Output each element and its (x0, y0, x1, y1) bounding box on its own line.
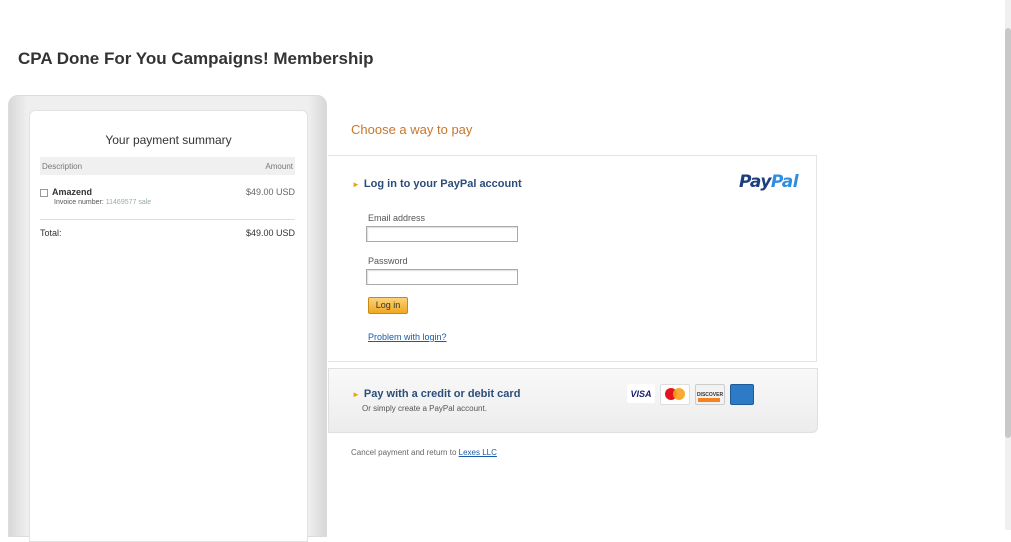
payment-summary: Your payment summary Description Amount … (29, 110, 308, 542)
invoice-number: Invoice number: 11469577 sale (54, 199, 152, 206)
page-title: CPA Done For You Campaigns! Membership (18, 49, 374, 68)
total-label: Total: (40, 228, 62, 238)
column-description: Description (42, 162, 83, 171)
scrollbar[interactable] (1005, 0, 1011, 530)
visa-logo: VISA (627, 384, 655, 403)
card-section-title[interactable]: ► Pay with a credit or debit card (352, 388, 520, 400)
login-section-title[interactable]: ► Log in to your PayPal account (352, 178, 522, 190)
card-section-subtitle: Or simply create a PayPal account. (362, 404, 487, 413)
scrollbar-thumb[interactable] (1005, 28, 1011, 438)
expand-arrow-icon: ► (352, 390, 360, 399)
login-button[interactable]: Log in (368, 297, 408, 314)
expand-arrow-icon: ► (352, 180, 360, 189)
password-field[interactable] (366, 269, 518, 285)
choose-payment-heading: Choose a way to pay (351, 122, 473, 137)
cancel-payment-text: Cancel payment and return to Lexes LLC (351, 448, 497, 457)
discover-logo: DISCOVER (695, 384, 725, 405)
column-amount: Amount (265, 162, 293, 171)
email-field[interactable] (366, 226, 518, 242)
summary-divider (40, 219, 295, 220)
paypal-logo: PayPal (739, 172, 799, 192)
email-label: Email address (368, 213, 426, 223)
problem-with-login-link[interactable]: Problem with login? (368, 332, 447, 342)
expand-toggle-icon[interactable] (40, 188, 48, 197)
summary-title: Your payment summary (105, 133, 232, 147)
summary-table-header: Description Amount (40, 157, 295, 175)
password-label: Password (368, 256, 408, 266)
card-logos: VISA DISCOVER (627, 384, 754, 405)
return-to-merchant-link[interactable]: Lexes LLC (459, 448, 497, 457)
amex-logo (730, 384, 754, 405)
item-amount: $49.00 USD (245, 187, 295, 197)
mastercard-logo (660, 384, 690, 405)
total-amount: $49.00 USD (245, 228, 295, 238)
item-name[interactable]: Amazend (40, 187, 92, 197)
